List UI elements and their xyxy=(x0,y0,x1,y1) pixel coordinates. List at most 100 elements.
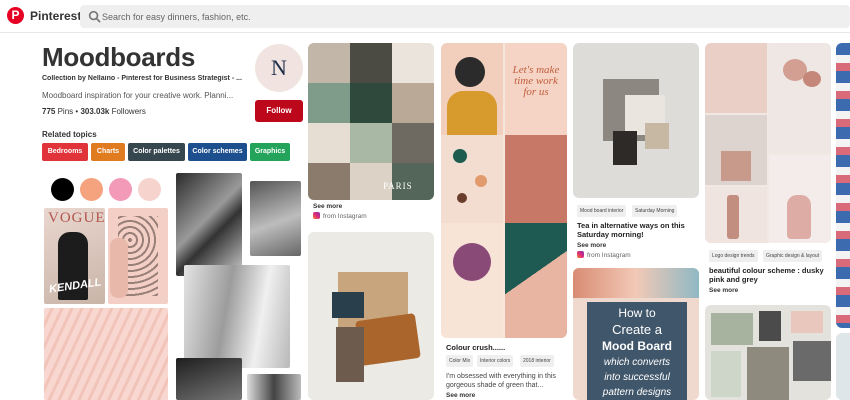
dress-shape xyxy=(721,151,751,181)
topic-chip-bedrooms[interactable]: Bedrooms xyxy=(42,143,88,161)
flower xyxy=(803,71,821,87)
how-to-mood-board-image[interactable]: How to Create a Mood Board which convert… xyxy=(573,268,699,400)
board-description: Moodboard inspiration for your creative … xyxy=(42,91,234,100)
search-bar[interactable] xyxy=(80,5,850,28)
pin1-see-more[interactable]: See more xyxy=(313,203,342,210)
pink-swatch xyxy=(791,311,823,333)
hands-bw-image[interactable] xyxy=(250,181,301,256)
white-fabric-image[interactable] xyxy=(184,265,290,368)
collage-tile xyxy=(392,83,434,123)
collage-tile xyxy=(308,43,350,83)
pink-wave-image[interactable] xyxy=(44,308,168,400)
terrazzo-dot xyxy=(457,193,467,203)
pin5-see-more[interactable]: See more xyxy=(709,287,738,294)
collage-tile xyxy=(308,163,350,200)
pin3-title[interactable]: Colour crush...... xyxy=(446,343,505,352)
collage-tile xyxy=(392,123,434,163)
pin4-see-more[interactable]: See more xyxy=(577,242,606,249)
vogue-cover-image[interactable]: VOGUE KENDALL xyxy=(44,208,105,304)
color-swatch-blush xyxy=(138,178,161,201)
fig-fruit xyxy=(453,243,491,281)
collage-tile xyxy=(350,123,392,163)
bottle-tile xyxy=(705,187,767,243)
terrazzo-tile xyxy=(441,135,503,223)
colour-crush-image[interactable]: Let's make time work for us xyxy=(441,43,567,338)
pin5-title[interactable]: beautiful colour scheme : dusky pink and… xyxy=(709,266,827,284)
pin1-source[interactable]: from Instagram xyxy=(313,212,367,220)
vase xyxy=(787,195,811,239)
topic-chip-graphics[interactable]: Graphics xyxy=(250,143,290,161)
pin3-see-more[interactable]: See more xyxy=(446,392,475,399)
color-swatch-black xyxy=(51,178,74,201)
pin3-tag-2[interactable]: 2018 interior xyxy=(520,355,554,367)
top-bar: P Pinterest xyxy=(0,0,850,33)
pin5-tag-1[interactable]: Graphic design & layout xyxy=(763,250,823,262)
into-successful-text: into successful xyxy=(604,372,670,383)
cropped-pin-image[interactable] xyxy=(836,333,850,400)
swatch-card xyxy=(711,313,753,345)
color-swatch-peach xyxy=(80,178,103,201)
pin5-tag-0[interactable]: Logo design trends xyxy=(709,250,758,262)
search-input[interactable] xyxy=(102,5,802,28)
rail-tile xyxy=(705,115,767,185)
collage-tile xyxy=(308,83,350,123)
vase-tile xyxy=(769,155,831,243)
pins-count: 775 xyxy=(42,107,56,116)
bw-portrait-image[interactable] xyxy=(176,358,242,400)
followers-label[interactable]: Followers xyxy=(112,107,146,116)
dark-sample xyxy=(613,131,637,165)
board-title: Moodboards xyxy=(42,42,195,72)
grey-green-moodboard-image[interactable] xyxy=(705,305,831,400)
title-panel: How to Create a Mood Board which convert… xyxy=(587,302,687,400)
mood-board-interior-image[interactable] xyxy=(573,43,699,198)
leather-sample xyxy=(355,313,421,366)
pinterest-logo-icon[interactable]: P xyxy=(7,7,24,24)
follow-button[interactable]: Follow xyxy=(255,100,303,122)
board-stats: 775 Pins • 303.03k Followers xyxy=(42,107,146,116)
which-converts-text: which converts xyxy=(603,357,671,368)
illustration-tile xyxy=(441,43,503,135)
collage-tile xyxy=(350,43,392,83)
pin4-tag-0[interactable]: Mood board interior xyxy=(577,205,627,217)
palm-leaves-image[interactable] xyxy=(176,173,242,276)
flower-tile xyxy=(769,43,831,153)
terrazzo-dot xyxy=(475,175,487,187)
grey-swatch xyxy=(793,341,831,381)
pin4-source[interactable]: from Instagram xyxy=(577,251,631,259)
cropped-pin-image[interactable] xyxy=(836,43,850,328)
brand-name[interactable]: Pinterest xyxy=(30,9,81,23)
pin4-title[interactable]: Tea in alternative ways on this Saturday… xyxy=(577,221,695,239)
pin4-tag-1[interactable]: Saturday Morning xyxy=(632,205,678,217)
vogue-text: VOGUE xyxy=(48,210,105,226)
dusky-pink-image[interactable] xyxy=(705,43,831,243)
material-samples-image[interactable] xyxy=(308,232,434,400)
instagram-icon xyxy=(313,212,320,219)
pin3-tag-1[interactable]: Interior colors xyxy=(477,355,514,367)
pin3-tag-0[interactable]: Color Mix xyxy=(446,355,474,367)
pin-collage-image[interactable]: PARIS xyxy=(308,43,434,200)
pin4-source-label: from Instagram xyxy=(587,252,631,259)
pink-tile xyxy=(705,43,767,113)
topic-chip-color-schemes[interactable]: Color schemes xyxy=(188,143,247,161)
stats-separator: • xyxy=(75,107,79,116)
lets-make-time-text: Let's make time work for us xyxy=(512,64,560,98)
avatar[interactable]: N xyxy=(255,44,303,92)
related-topics-heading: Related topics xyxy=(42,130,97,139)
bw-abstract-image[interactable] xyxy=(247,374,301,400)
dark-wood-sample xyxy=(336,327,364,382)
pink-leopard-image[interactable] xyxy=(108,208,168,304)
topic-chip-charts[interactable]: Charts xyxy=(91,143,125,161)
topic-chip-color-palettes[interactable]: Color palettes xyxy=(128,143,185,161)
yellow-sweater xyxy=(447,91,497,135)
search-icon xyxy=(88,10,101,23)
mood-board-text: Mood Board xyxy=(602,339,672,353)
pin3-description: I'm obsessed with everything in this gor… xyxy=(446,373,556,389)
instagram-icon xyxy=(577,251,584,258)
navy-sample xyxy=(332,292,364,318)
swatch-card xyxy=(711,351,741,397)
board-collection[interactable]: Collection by Nellaino - Pinterest for B… xyxy=(42,75,242,82)
dark-swatch xyxy=(759,311,781,341)
fig-tile xyxy=(441,223,503,338)
paris-text: PARIS xyxy=(383,181,413,191)
followers-count[interactable]: 303.03k xyxy=(80,107,109,116)
